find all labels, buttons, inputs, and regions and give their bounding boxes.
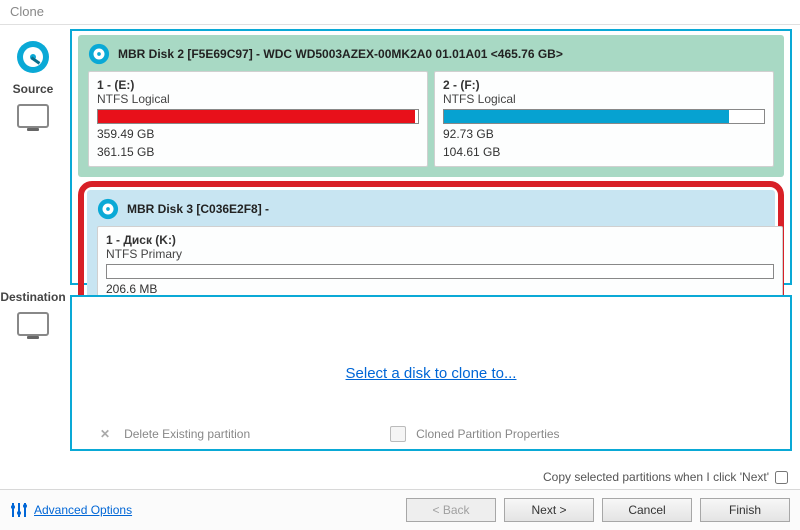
usage-bar-fill bbox=[107, 265, 114, 278]
sliders-icon bbox=[10, 501, 28, 519]
partition-header: 1 - Диск (K:) bbox=[106, 233, 774, 247]
next-button[interactable]: Next > bbox=[504, 498, 594, 522]
close-icon: ✕ bbox=[100, 427, 110, 441]
partition-header: 2 - (F:) bbox=[443, 78, 765, 92]
back-button: < Back bbox=[406, 498, 496, 522]
cloned-partition-properties-label: Cloned Partition Properties bbox=[416, 427, 559, 441]
partition-total: 361.15 GB bbox=[97, 145, 419, 160]
usage-bar bbox=[97, 109, 419, 124]
window-title: Clone bbox=[0, 0, 800, 25]
advanced-options-link[interactable]: Advanced Options bbox=[34, 503, 132, 517]
cancel-button[interactable]: Cancel bbox=[602, 498, 692, 522]
usage-bar bbox=[443, 109, 765, 124]
disk-2-partition-2[interactable]: 2 - (F:) NTFS Logical 92.73 GB 104.61 GB bbox=[434, 71, 774, 167]
select-destination-link[interactable]: Select a disk to clone to... bbox=[346, 365, 517, 382]
copy-note-label: Copy selected partitions when I click 'N… bbox=[543, 470, 769, 484]
partition-total: 104.61 GB bbox=[443, 145, 765, 160]
copy-on-next-checkbox[interactable] bbox=[775, 471, 788, 484]
delete-existing-partition-label: Delete Existing partition bbox=[124, 427, 250, 441]
disk-3-title: MBR Disk 3 [C036E2F8] - bbox=[127, 202, 269, 216]
source-panel[interactable]: MBR Disk 2 [F5E69C97] - WDC WD5003AZEX-0… bbox=[70, 29, 792, 285]
source-computer-icon[interactable] bbox=[17, 104, 49, 128]
destination-computer-icon[interactable] bbox=[17, 312, 49, 336]
destination-label: Destination bbox=[0, 290, 66, 304]
disk-icon bbox=[97, 198, 119, 220]
finish-button[interactable]: Finish bbox=[700, 498, 790, 522]
usage-bar-fill bbox=[444, 110, 729, 123]
disk-2-title: MBR Disk 2 [F5E69C97] - WDC WD5003AZEX-0… bbox=[118, 47, 563, 61]
disk-2[interactable]: MBR Disk 2 [F5E69C97] - WDC WD5003AZEX-0… bbox=[78, 35, 784, 177]
usage-bar bbox=[106, 264, 774, 279]
disk-2-partition-1[interactable]: 1 - (E:) NTFS Logical 359.49 GB 361.15 G… bbox=[88, 71, 428, 167]
usage-bar-fill bbox=[98, 110, 415, 123]
partition-filesystem: NTFS Logical bbox=[97, 92, 419, 106]
properties-icon bbox=[390, 426, 406, 442]
source-disk-icon bbox=[15, 39, 51, 75]
partition-used: 92.73 GB bbox=[443, 127, 765, 142]
partition-filesystem: NTFS Primary bbox=[106, 247, 774, 261]
partition-header: 1 - (E:) bbox=[97, 78, 419, 92]
disk-icon bbox=[88, 43, 110, 65]
source-label: Source bbox=[0, 82, 66, 96]
partition-filesystem: NTFS Logical bbox=[443, 92, 765, 106]
partition-used: 359.49 GB bbox=[97, 127, 419, 142]
